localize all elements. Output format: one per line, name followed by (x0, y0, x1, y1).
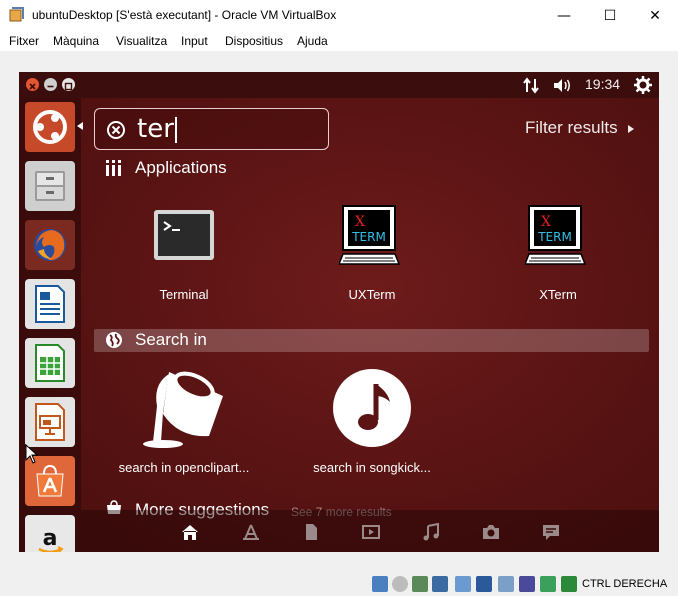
video-capture-icon[interactable] (519, 576, 535, 592)
text-cursor (175, 117, 177, 143)
applications-lens-icon[interactable] (242, 523, 260, 541)
optical-drive-icon[interactable] (392, 576, 408, 592)
files-lens-icon[interactable] (302, 523, 320, 541)
filter-results-button[interactable]: Filter results (525, 118, 635, 138)
social-lens-icon[interactable] (542, 523, 560, 541)
app-label: UXTerm (348, 287, 396, 302)
close-icon (29, 83, 36, 90)
launcher-writer[interactable] (25, 279, 75, 329)
photo-lens-icon[interactable] (482, 523, 500, 541)
lens-bar (81, 510, 659, 552)
dash-minimize-button[interactable] (44, 78, 57, 91)
paint-bucket-icon (143, 371, 223, 448)
launcher-calc[interactable] (25, 338, 75, 388)
window-title: ubuntuDesktop [S'està executant] - Oracl… (32, 8, 337, 22)
host-key-label: CTRL DERECHA (582, 578, 668, 590)
display-icon[interactable] (498, 576, 514, 592)
launcher-firefox[interactable] (25, 220, 75, 270)
svg-text:a: a (43, 526, 58, 551)
maximize-icon (64, 82, 73, 91)
close-glyph: ✕ (649, 7, 661, 24)
app-result-xterm[interactable]: X TERM XTerm (508, 202, 608, 312)
xterm-x-glyph: X (541, 214, 551, 230)
hard-disk-icon[interactable] (372, 576, 388, 592)
host-key-icon[interactable] (561, 576, 577, 592)
search-result-label: search in openclipart... (118, 460, 250, 475)
vm-display[interactable]: 19:34 a ter Filter results Applications … (19, 72, 659, 552)
impress-presentation-icon (35, 403, 65, 441)
applications-section-title: Applications (135, 158, 227, 177)
triangle-right-icon (628, 125, 635, 133)
globe-icon (106, 332, 122, 348)
music-lens-icon[interactable] (422, 523, 440, 541)
app-result-uxterm[interactable]: X TERM UXTerm (322, 202, 422, 312)
xterm-term-glyph: TERM (351, 230, 386, 244)
title-bar: ubuntuDesktop [S'està executant] - Oracl… (0, 0, 678, 31)
launcher: a (19, 98, 83, 552)
top-panel: 19:34 (19, 72, 659, 98)
terminal-icon (154, 210, 214, 260)
minimize-button[interactable]: — (541, 0, 587, 31)
virtualbox-icon (9, 7, 24, 22)
audio-icon[interactable] (412, 576, 428, 592)
filter-label: Filter results (525, 118, 618, 137)
menu-dispositius[interactable]: Dispositius (225, 34, 283, 48)
dash-maximize-button[interactable] (62, 78, 75, 91)
xterm-monitor-icon: X TERM (525, 205, 587, 265)
search-result-label: search in songkick... (313, 460, 431, 475)
app-result-terminal[interactable]: Terminal (134, 202, 234, 312)
maximize-button[interactable]: ☐ (587, 0, 633, 31)
writer-document-icon (35, 285, 65, 323)
menu-bar: Fitxer Màquina Visualitza Input Disposit… (0, 31, 678, 51)
app-label: XTerm (539, 287, 577, 302)
launcher-impress[interactable] (25, 397, 75, 447)
vbox-status-bar: CTRL DERECHA (0, 572, 678, 596)
menu-visualitza[interactable]: Visualitza (116, 34, 167, 48)
xterm-x-glyph: X (355, 214, 365, 230)
xterm-monitor-icon: X TERM (339, 205, 401, 265)
video-lens-icon[interactable] (362, 523, 380, 541)
menu-fitxer[interactable]: Fitxer (9, 34, 39, 48)
dash-search-input[interactable]: ter (94, 108, 329, 150)
dash-close-button[interactable] (26, 78, 39, 91)
menu-ajuda[interactable]: Ajuda (297, 34, 328, 48)
launcher-files[interactable] (25, 161, 75, 211)
clock[interactable]: 19:34 (585, 76, 620, 92)
calc-spreadsheet-icon (35, 344, 65, 382)
usb-icon[interactable] (455, 576, 471, 592)
mouse-pointer-icon (25, 444, 39, 464)
virtualbox-window: ubuntuDesktop [S'està executant] - Oracl… (0, 0, 678, 596)
applications-category-icon (106, 160, 121, 176)
music-note-icon (333, 369, 411, 447)
network-adapter-icon[interactable] (432, 576, 448, 592)
search-in-section-title: Search in (135, 330, 207, 349)
close-button[interactable]: ✕ (632, 0, 678, 31)
active-indicator-icon (77, 122, 83, 130)
menu-input[interactable]: Input (181, 34, 208, 48)
minimize-glyph: — (557, 7, 571, 24)
guest-additions-icon[interactable] (540, 576, 556, 592)
volume-icon[interactable] (553, 77, 573, 94)
search-result-openclipart[interactable]: search in openclipart... (114, 364, 254, 484)
ubuntu-logo-icon (33, 110, 67, 144)
search-query: ter (137, 114, 174, 144)
network-icon[interactable] (523, 77, 539, 94)
menu-maquina[interactable]: Màquina (53, 34, 99, 48)
home-icon[interactable] (181, 523, 199, 541)
launcher-amazon[interactable]: a (25, 515, 75, 552)
app-label: Terminal (159, 287, 209, 302)
search-result-songkick[interactable]: search in songkick... (302, 364, 442, 484)
firefox-icon (34, 229, 66, 261)
shared-folders-icon[interactable] (476, 576, 492, 592)
amazon-icon: a (38, 526, 64, 552)
file-cabinet-icon (35, 171, 65, 201)
launcher-ubuntu-dash[interactable] (25, 102, 75, 152)
shopping-bag-icon (36, 464, 64, 497)
gear-icon[interactable] (634, 76, 652, 94)
minimize-icon (47, 85, 54, 88)
xterm-term-glyph: TERM (537, 230, 572, 244)
maximize-glyph: ☐ (603, 7, 617, 24)
clear-search-icon[interactable] (106, 120, 126, 140)
